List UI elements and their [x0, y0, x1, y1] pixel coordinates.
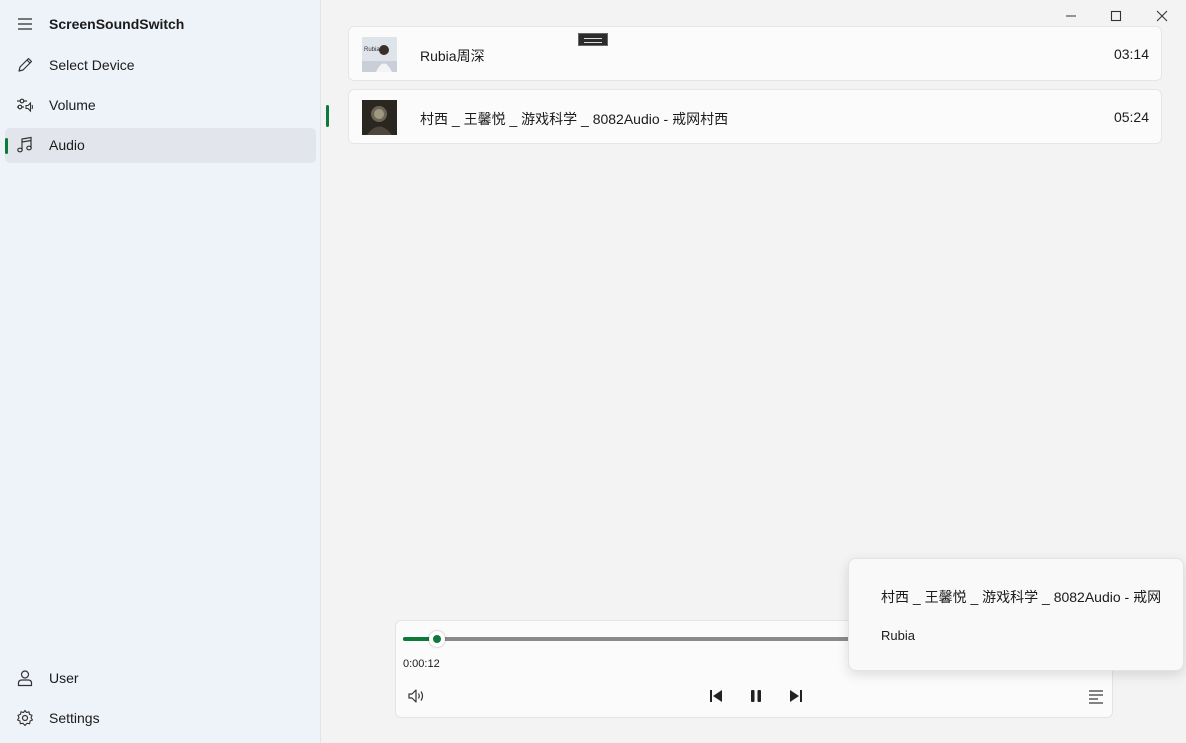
sidebar-item-user[interactable]: User	[5, 661, 316, 696]
app-title: ScreenSoundSwitch	[49, 16, 185, 32]
song-row[interactable]: 村西 _ 王馨悦 _ 游戏科学 _ 8082Audio - 戒网村西 05:24	[348, 89, 1162, 144]
song-duration: 05:24	[1113, 109, 1149, 125]
popup-artist: Rubia	[881, 628, 915, 643]
pencil-icon	[18, 57, 33, 72]
user-icon	[17, 670, 33, 687]
now-playing-indicator	[326, 105, 329, 127]
selected-indicator	[5, 138, 8, 154]
equalizer-icon	[17, 98, 33, 113]
sidebar-item-label: Select Device	[49, 57, 135, 73]
sidebar-item-label: Settings	[49, 710, 100, 726]
sidebar-item-volume[interactable]: Volume	[5, 88, 316, 123]
album-cover: Rubia	[362, 37, 397, 72]
song-row[interactable]: Rubia Rubia周深 03:14	[348, 26, 1162, 81]
elapsed-time: 0:00:12	[403, 658, 440, 670]
previous-track-icon[interactable]	[706, 686, 726, 706]
sidebar-item-label: Audio	[49, 137, 85, 153]
sidebar-item-audio[interactable]: Audio	[5, 128, 316, 163]
progress-thumb[interactable]	[428, 631, 445, 647]
maximize-icon[interactable]	[1105, 6, 1127, 26]
playlist-icon[interactable]	[1086, 686, 1106, 706]
popup-song-title: 村西 _ 王馨悦 _ 游戏科学 _ 8082Audio - 戒网	[881, 589, 1162, 605]
next-track-icon[interactable]	[786, 686, 806, 706]
sidebar-item-select-device[interactable]: Select Device	[5, 48, 316, 83]
drag-handle-icon[interactable]	[578, 33, 608, 46]
pause-icon[interactable]	[746, 686, 766, 706]
album-cover	[362, 100, 397, 135]
sidebar-item-settings[interactable]: Settings	[5, 701, 316, 736]
volume-icon[interactable]	[406, 686, 426, 706]
music-note-icon	[17, 136, 32, 153]
hamburger-menu-icon[interactable]	[16, 15, 34, 33]
song-duration: 03:14	[1113, 46, 1149, 62]
gear-icon	[16, 709, 34, 727]
svg-text:Rubia: Rubia	[364, 47, 380, 53]
navigation-sidebar: ScreenSoundSwitch Select Device Volume A…	[0, 0, 321, 743]
now-playing-popup: 村西 _ 王馨悦 _ 游戏科学 _ 8082Audio - 戒网 Rubia	[848, 558, 1184, 671]
song-title: 村西 _ 王馨悦 _ 游戏科学 _ 8082Audio - 戒网村西	[420, 111, 729, 127]
close-icon[interactable]	[1151, 6, 1173, 26]
sidebar-item-label: Volume	[49, 97, 96, 113]
minimize-icon[interactable]	[1060, 6, 1082, 26]
sidebar-item-label: User	[49, 670, 79, 686]
song-title: Rubia周深	[420, 48, 485, 64]
